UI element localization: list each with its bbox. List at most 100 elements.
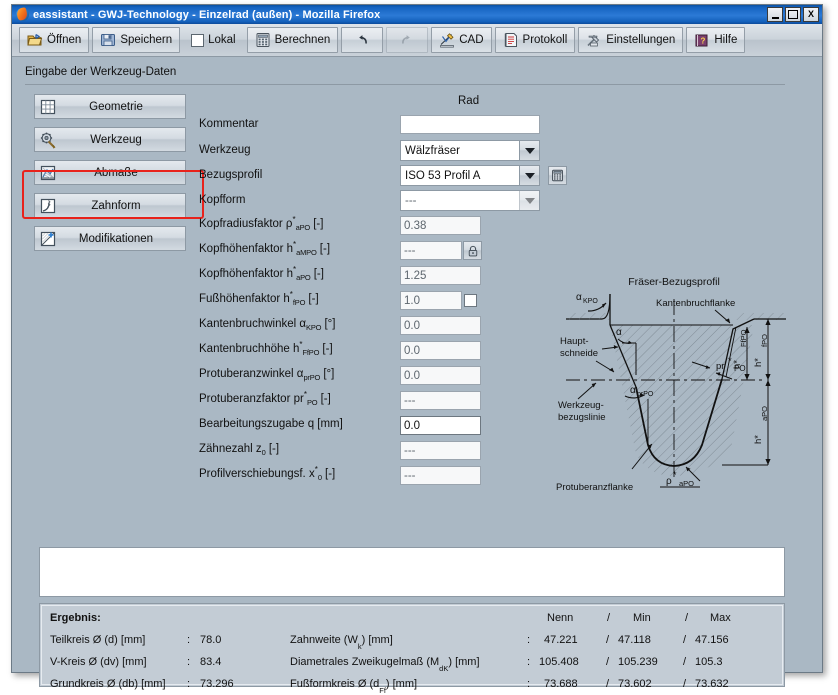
input-fusshoehenfaktor[interactable]: 1.0 bbox=[400, 291, 462, 310]
svg-text:fPO: fPO bbox=[760, 334, 769, 347]
label-werkzeug: Werkzeug bbox=[199, 144, 251, 156]
input-kantenbruchhoehe[interactable]: 0.0 bbox=[400, 341, 481, 360]
svg-text:prPO: prPO bbox=[637, 391, 654, 398]
fusshoehenfaktor-checkbox[interactable] bbox=[464, 294, 477, 307]
result-max-fussformkreis: 73.632 bbox=[695, 678, 729, 690]
sidebar-label-geometrie: Geometrie bbox=[89, 100, 143, 113]
redo-button bbox=[386, 27, 429, 53]
result-sep-zahnweite: : bbox=[527, 634, 531, 646]
svg-text:pr: pr bbox=[716, 361, 724, 372]
bezugsprofil-calculator-button[interactable] bbox=[548, 166, 567, 185]
save-button[interactable]: Speichern bbox=[92, 27, 181, 53]
floppy-disk-icon bbox=[100, 32, 116, 48]
results-heading: Ergebnis: bbox=[50, 612, 101, 624]
result-sep2-zahnweite: / bbox=[683, 634, 687, 646]
window-title: eassistant - GWJ-Technology - Einzelrad … bbox=[33, 8, 381, 21]
lock-icon bbox=[468, 245, 477, 256]
chevron-down-icon[interactable] bbox=[519, 141, 539, 160]
svg-text:α: α bbox=[576, 292, 582, 303]
application-window: eassistant - GWJ-Technology - Einzelrad … bbox=[11, 4, 823, 695]
input-kopfradiusfaktor[interactable]: 0.38 bbox=[400, 216, 481, 235]
label-kopfhoehenfaktor-apo: Kopfhöhenfaktor h*aPO [-] bbox=[199, 265, 324, 282]
input-bearbeitungszugabe[interactable]: 0.0 bbox=[400, 416, 481, 435]
svg-text:Kantenbruchflanke: Kantenbruchflanke bbox=[656, 298, 735, 309]
tool-reference-profile-diagram: Fräser-Bezugsprofil α KPO α α prPO Kante… bbox=[540, 269, 808, 501]
open-button[interactable]: Öffnen bbox=[19, 27, 90, 53]
divider bbox=[25, 84, 785, 85]
result-max-zweikugelmass: 105.3 bbox=[695, 656, 723, 668]
tooth-curve-icon bbox=[39, 197, 57, 215]
input-kopfhoehenfaktor-apo[interactable]: 1.25 bbox=[400, 266, 481, 285]
label-profilverschiebungsf: Profilverschiebungsf. x*0 [-] bbox=[199, 465, 336, 482]
checkbox-icon[interactable] bbox=[191, 33, 205, 47]
svg-text:α: α bbox=[630, 385, 636, 396]
sidebar-item-zahnform[interactable]: Zahnform bbox=[34, 193, 186, 218]
result-sep-teilkreis: : bbox=[187, 634, 191, 646]
einstellungen-button[interactable]: Einstellungen bbox=[578, 27, 684, 53]
kopfhoehenfaktor-lock-button[interactable] bbox=[463, 241, 482, 260]
sidebar-item-werkzeug[interactable]: Werkzeug bbox=[34, 127, 186, 152]
label-protuberanzfaktor: Protuberanzfaktor pr*PO [-] bbox=[199, 390, 331, 407]
svg-text:h*: h* bbox=[732, 360, 743, 369]
hilfe-button[interactable]: ? Hilfe bbox=[686, 27, 746, 53]
label-kopfhoehenfaktor-ampo: Kopfhöhenfaktor h*aMPO [-] bbox=[199, 240, 331, 257]
input-profilverschiebungsf[interactable]: --- bbox=[400, 466, 481, 485]
result-label-zweikugelmass: Diametrales Zweikugelmaß (MdK) [mm] bbox=[290, 656, 480, 674]
open-folder-icon bbox=[27, 32, 43, 48]
input-kopfhoehenfaktor-ampo[interactable]: --- bbox=[400, 241, 462, 260]
minimize-button[interactable] bbox=[767, 7, 783, 22]
result-nenn-zahnweite: 47.221 bbox=[544, 634, 578, 646]
modify-icon bbox=[39, 230, 57, 248]
combo-werkzeug[interactable]: Wälzfräser bbox=[400, 140, 540, 161]
results-header-nenn: Nenn bbox=[547, 612, 574, 624]
svg-text:aPO: aPO bbox=[760, 406, 769, 421]
redo-arrow-icon bbox=[399, 32, 415, 48]
input-kommentar[interactable] bbox=[400, 115, 540, 134]
berechnen-button[interactable]: Berechnen bbox=[246, 27, 339, 53]
combo-bezugsprofil[interactable]: ISO 53 Profil A bbox=[400, 165, 540, 186]
sidebar-item-modifikationen[interactable]: Modifikationen bbox=[34, 226, 186, 251]
chevron-down-icon[interactable] bbox=[519, 191, 539, 210]
undo-button[interactable] bbox=[341, 27, 384, 53]
svg-text:Werkzeug-: Werkzeug- bbox=[558, 400, 604, 411]
cad-label: CAD bbox=[459, 34, 484, 46]
input-zaehnezahl[interactable]: --- bbox=[400, 441, 481, 460]
protokoll-button[interactable]: Protokoll bbox=[494, 27, 576, 53]
combo-kopfform-value: --- bbox=[405, 194, 417, 207]
result-sep-zweikugelmass: : bbox=[527, 656, 531, 668]
combo-kopfform[interactable]: --- bbox=[400, 190, 540, 211]
result-sep1-zweikugelmass: / bbox=[606, 656, 610, 668]
maximize-button[interactable] bbox=[785, 7, 801, 22]
svg-text:h*: h* bbox=[753, 358, 764, 367]
label-kommentar: Kommentar bbox=[199, 118, 259, 130]
result-label-zahnweite: Zahnweite (Wk) [mm] bbox=[290, 634, 393, 652]
input-protuberanzwinkel[interactable]: 0.0 bbox=[400, 366, 481, 385]
result-label-vkreis: V-Kreis Ø (dv) [mm] bbox=[50, 656, 147, 668]
lokal-checkbox[interactable]: Lokal bbox=[183, 27, 244, 53]
document-icon bbox=[503, 32, 519, 48]
calculator-icon bbox=[552, 169, 563, 182]
combo-werkzeug-value: Wälzfräser bbox=[405, 144, 460, 157]
input-kantenbruchwinkel[interactable]: 0.0 bbox=[400, 316, 481, 335]
chart-icon bbox=[39, 164, 57, 182]
svg-text:schneide: schneide bbox=[560, 348, 598, 359]
label-fusshoehenfaktor: Fußhöhenfaktor h*fPO [-] bbox=[199, 290, 319, 307]
svg-text:Protuberanzflanke: Protuberanzflanke bbox=[556, 482, 633, 493]
message-panel bbox=[39, 547, 785, 597]
svg-text:α: α bbox=[616, 327, 622, 338]
input-protuberanzfaktor[interactable]: --- bbox=[400, 391, 481, 410]
cad-button[interactable]: CAD bbox=[431, 27, 492, 53]
tools-icon bbox=[586, 32, 602, 48]
chevron-down-icon[interactable] bbox=[519, 166, 539, 185]
svg-text:KPO: KPO bbox=[583, 298, 598, 305]
close-button[interactable]: X bbox=[803, 7, 819, 22]
main-toolbar: Öffnen Speichern Lokal Berechnen CAD Pro… bbox=[12, 24, 822, 57]
sidebar-item-abmasse[interactable]: Abmaße bbox=[34, 160, 186, 185]
results-header-min: Min bbox=[633, 612, 651, 624]
title-bar: eassistant - GWJ-Technology - Einzelrad … bbox=[12, 5, 822, 24]
result-sep-fussformkreis: : bbox=[527, 678, 531, 690]
results-panel: Ergebnis: Nenn / Min / Max Teilkreis Ø (… bbox=[39, 603, 785, 695]
svg-text:ρ: ρ bbox=[666, 476, 672, 487]
sidebar-item-geometrie[interactable]: Geometrie bbox=[34, 94, 186, 119]
result-min-fussformkreis: 73.602 bbox=[618, 678, 652, 690]
